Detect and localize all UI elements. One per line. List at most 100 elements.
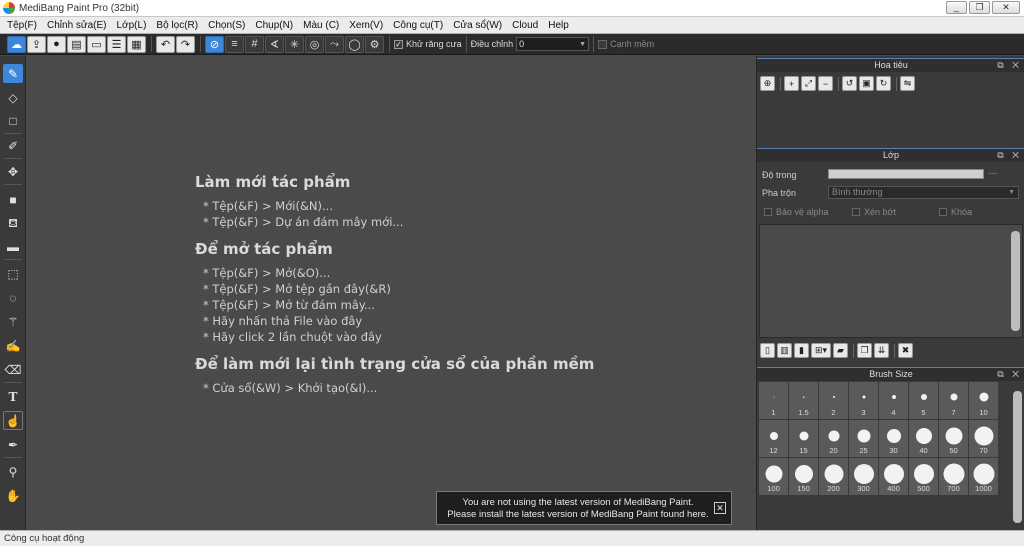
select-pen-tool-icon[interactable]: ✍ [3,336,23,355]
new-1bit-layer-icon[interactable]: ▮ [794,343,809,358]
menu-view[interactable]: Xem(V) [344,20,388,31]
brush-size-scrollbar[interactable] [1013,391,1022,523]
duplicate-layer-icon[interactable]: ❐ [857,343,872,358]
panel-window-icons[interactable]: ⧉ ✕ [997,149,1022,162]
close-window-button[interactable]: ✕ [992,1,1020,14]
text-tool-icon[interactable]: T [3,387,23,406]
hand-tool-icon[interactable]: ✋ [3,486,23,505]
antialias-checkbox[interactable]: ✓ [394,39,403,49]
divide-tool-icon[interactable]: ✒ [3,435,23,454]
brush-size-option[interactable]: 20 [819,420,848,457]
brush-size-option[interactable]: 4 [879,382,908,419]
layer-list[interactable] [759,224,1023,338]
zoom-fit-icon[interactable]: ⊕ [760,76,775,91]
cloud-icon[interactable]: ☁ [7,35,26,53]
menu-filter[interactable]: Bộ lọc(R) [151,20,203,31]
brush-size-option[interactable]: 200 [819,458,848,495]
brush-size-option[interactable]: 25 [849,420,878,457]
minimize-button[interactable]: _ [946,1,967,14]
layer-scrollbar[interactable] [1011,231,1020,331]
brush-size-option[interactable]: 10 [969,382,998,419]
brush-size-option[interactable]: 70 [969,420,998,457]
rotate-right-icon[interactable]: ↻ [876,76,891,91]
circle-snap-icon[interactable]: ◎ [305,35,324,53]
opacity-slider[interactable] [828,169,984,179]
brush-size-option[interactable]: 30 [879,420,908,457]
merge-down-icon[interactable]: ⇊ [874,343,889,358]
brush-size-option[interactable]: 300 [849,458,878,495]
rotate-left-icon[interactable]: ↺ [842,76,857,91]
lock-checkbox[interactable]: Khóa [939,207,972,217]
vanishing-snap-icon[interactable]: ∢ [265,35,284,53]
grid-snap-icon[interactable]: # [245,35,264,53]
comment-icon[interactable]: ▤ [67,35,86,53]
operation-tool-icon[interactable]: ☝ [3,411,23,430]
move-tool-icon[interactable]: ✥ [3,162,23,181]
zoom-out-icon[interactable]: − [818,76,833,91]
brush-size-option[interactable]: 5 [909,382,938,419]
menu-help[interactable]: Help [543,20,574,31]
ellipse-snap-icon[interactable]: ◯ [345,35,364,53]
brush-size-option[interactable]: 1000 [969,458,998,495]
brush-size-option[interactable]: 150 [789,458,818,495]
zoom-in-icon[interactable]: + [784,76,799,91]
speech-bubble-icon[interactable]: ● [47,35,66,53]
menu-tools[interactable]: Công cụ(T) [388,20,448,31]
brush-size-option[interactable]: 12 [759,420,788,457]
new-halftone-layer-icon[interactable]: ▥ [777,343,792,358]
menu-color[interactable]: Màu (C) [298,20,344,31]
curve-snap-icon[interactable]: ⤳ [325,35,344,53]
bucket-tool-icon[interactable]: ⛾ [3,214,23,233]
menu-file[interactable]: Tệp(F) [2,20,42,31]
rect-select-icon[interactable]: ⬚ [3,264,23,283]
brush-size-option[interactable]: 1.5 [789,382,818,419]
smooth-edge-checkbox[interactable] [598,39,608,49]
new-layer-icon[interactable]: ▯ [760,343,775,358]
menu-select[interactable]: Chọn(S) [203,20,250,31]
close-icon[interactable]: ✕ [714,502,726,514]
select-pen-icon[interactable]: ✐ [3,136,23,155]
brush-size-option[interactable]: 100 [759,458,788,495]
brush-size-option[interactable]: 700 [939,458,968,495]
brush-size-option[interactable]: 40 [909,420,938,457]
brush-size-option[interactable]: 50 [939,420,968,457]
panel-window-icons[interactable]: ⧉ ✕ [997,59,1022,72]
page-icon[interactable]: ▭ [87,35,106,53]
canvas-area[interactable]: Làm mới tác phẩm * Tệp(&F) > Mới(&N)... … [27,56,755,530]
maximize-button[interactable]: ❐ [969,1,990,14]
add-layer-menu-icon[interactable]: ⊞▾ [811,343,831,358]
brush-size-option[interactable]: 2 [819,382,848,419]
trash-icon[interactable]: ✖ [898,343,913,358]
gear-icon[interactable]: ⚙ [365,35,384,53]
eyedropper-icon[interactable]: ⚲ [3,462,23,481]
folder-icon[interactable]: ▰ [833,343,848,358]
update-notice[interactable]: You are not using the latest version of … [436,491,732,525]
redo-icon[interactable]: ↷ [176,35,195,53]
gradient-tool-icon[interactable]: ▬ [3,237,23,256]
menu-snap[interactable]: Chụp(N) [250,20,298,31]
select-eraser-icon[interactable]: ⌫ [3,360,23,379]
blend-select[interactable]: Bình thường ▼ [828,186,1019,199]
adjust-select[interactable]: 0 ▼ [516,37,590,51]
menu-cloud[interactable]: Cloud [507,20,543,31]
lasso-select-icon[interactable]: ◌ [3,288,23,307]
page-list-icon[interactable]: ☰ [107,35,126,53]
brush-size-option[interactable]: 7 [939,382,968,419]
magic-wand-icon[interactable]: ⚚ [3,312,23,331]
brush-size-option[interactable]: 3 [849,382,878,419]
snap-off-icon[interactable]: ⊘ [205,35,224,53]
fit-window-icon[interactable]: ▣ [859,76,874,91]
menu-edit[interactable]: Chỉnh sửa(E) [42,20,112,31]
flip-horizontal-icon[interactable]: ⇋ [900,76,915,91]
undo-icon[interactable]: ↶ [156,35,175,53]
brush-size-option[interactable]: 15 [789,420,818,457]
brush-tool-icon[interactable]: ✎ [3,64,23,83]
brush-size-option[interactable]: 1 [759,382,788,419]
fit-screen-icon[interactable]: ⤢ [801,76,816,91]
parallel-snap-icon[interactable]: ≡ [225,35,244,53]
eraser-tool-icon[interactable]: ◇ [3,88,23,107]
dot-tool-icon[interactable]: □ [3,111,23,130]
navigator-preview[interactable] [757,96,1024,146]
menu-window[interactable]: Cửa sổ(W) [448,20,507,31]
shape-fill-icon[interactable]: ■ [3,190,23,209]
